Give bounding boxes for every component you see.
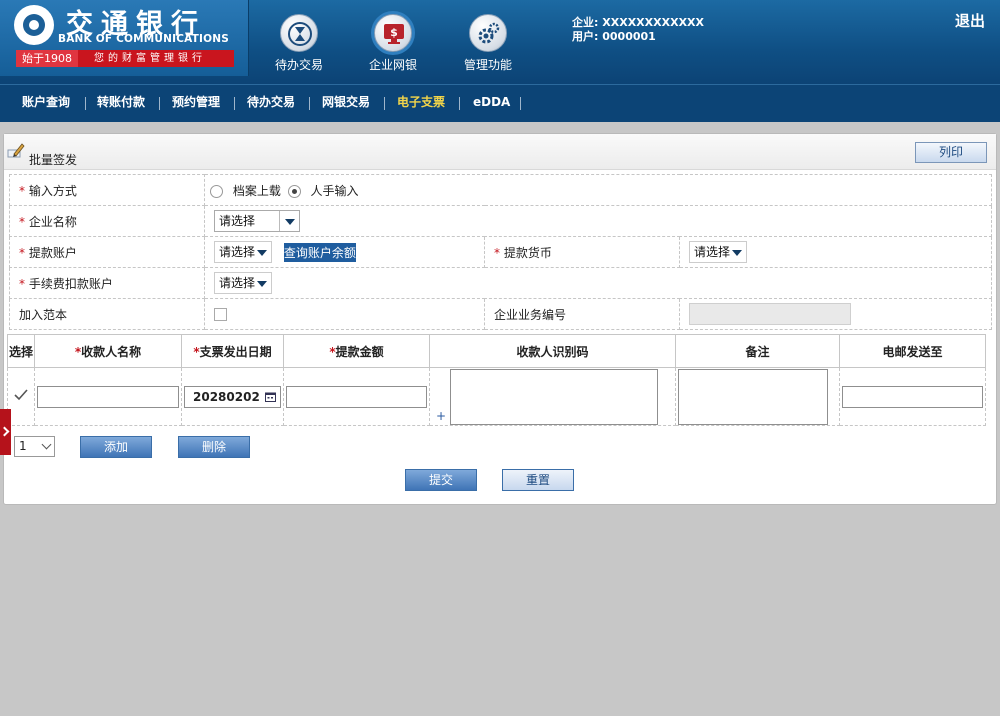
slogan-year: 始于1908 <box>16 50 78 67</box>
biz-no-label: 企业业务编号 <box>484 298 680 330</box>
remark-textarea[interactable] <box>678 368 828 425</box>
pending-transactions-label: 待办交易 <box>274 58 323 72</box>
table-row: 20280202 + <box>7 367 986 426</box>
hourglass-icon <box>280 14 318 52</box>
row-check-icon[interactable] <box>14 389 28 401</box>
delete-button[interactable]: 删除 <box>178 436 250 458</box>
user-info: 企业: XXXXXXXXXXXX 用户: 0000001 <box>572 16 704 44</box>
reset-button[interactable]: 重置 <box>502 469 574 491</box>
fee-account-select[interactable]: 请选择 <box>214 272 272 294</box>
form-row-template: 加入范本 企业业务编号 <box>9 298 992 330</box>
print-button[interactable]: 列印 <box>915 142 987 163</box>
draw-currency-label: * 提款货币 <box>484 236 680 268</box>
nav-scheduled-management[interactable]: 预约管理 <box>172 85 220 123</box>
add-button[interactable]: 添加 <box>80 436 152 458</box>
manual-option-label: 人手输入 <box>310 183 359 198</box>
email-input[interactable] <box>842 385 983 408</box>
manual-radio[interactable] <box>287 184 301 198</box>
user-label: 用户: <box>572 30 599 43</box>
payee-name-input[interactable] <box>37 385 179 408</box>
monitor-dollar-icon: $ <box>374 14 412 52</box>
company-name-select[interactable]: 请选择 <box>214 210 300 232</box>
panel-header: 批量签发 列印 <box>4 134 996 170</box>
corporate-banking-label: 企业网银 <box>368 58 417 72</box>
col-remark: 备注 <box>675 334 840 368</box>
management-functions-label: 管理功能 <box>463 58 512 72</box>
col-email: 电邮发送至 <box>839 334 986 368</box>
bank-logo: 交通银行 BANK OF COMMUNICATIONS 始于1908 您的财富管… <box>0 0 249 76</box>
main-nav: 账户查询 转账付款 预约管理 待办交易 网银交易 电子支票 eDDA <box>0 84 1000 122</box>
form-row-company: * 企业名称 请选择 <box>9 205 992 237</box>
query-balance-link[interactable]: 查询账户余额 <box>283 242 356 262</box>
form-row-fee-account: * 手续费扣款账户 请选择 <box>9 267 992 299</box>
chevron-down-icon <box>41 439 52 450</box>
draw-account-label: * 提款账户 <box>9 236 205 268</box>
form-row-draw-account: * 提款账户 请选择 查询账户余额 * 提款货币 请选择 <box>9 236 992 268</box>
nav-e-cheque[interactable]: 电子支票 <box>397 85 445 123</box>
nav-edda[interactable]: eDDA <box>473 85 510 123</box>
edit-pencil-icon <box>7 143 25 158</box>
add-template-checkbox[interactable] <box>214 308 227 321</box>
batch-issue-panel: 批量签发 列印 * 输入方式 档案上载 人手输入 * 企业名称 请选择 * 提款… <box>3 133 997 505</box>
draw-account-select[interactable]: 请选择 <box>214 241 272 263</box>
logout-link[interactable]: 退出 <box>955 10 985 31</box>
bank-name-en: BANK OF COMMUNICATIONS <box>58 33 229 45</box>
slogan-bar: 始于1908 您的财富管理银行 <box>16 50 234 67</box>
col-select: 选择 <box>7 334 35 368</box>
management-functions-button[interactable]: 管理功能 <box>458 14 518 73</box>
biz-no-input[interactable] <box>689 303 851 325</box>
add-id-plus-icon[interactable]: + <box>436 409 446 423</box>
col-payee-name: *收款人名称 <box>34 334 182 368</box>
draw-currency-select[interactable]: 请选择 <box>689 241 747 263</box>
grid-header-row: 选择 *收款人名称 *支票发出日期 *提款金额 收款人识别码 备注 电邮发送至 <box>7 334 986 368</box>
fee-account-label: * 手续费扣款账户 <box>9 267 205 299</box>
corporate-banking-button[interactable]: $ 企业网银 <box>363 14 423 73</box>
pending-transactions-button[interactable]: 待办交易 <box>269 14 329 73</box>
side-expand-tab[interactable] <box>0 409 11 455</box>
nav-pending-transactions[interactable]: 待办交易 <box>247 85 295 123</box>
issue-date-input[interactable]: 20280202 <box>184 385 281 408</box>
gears-icon <box>469 14 507 52</box>
input-method-label: * 输入方式 <box>9 174 205 206</box>
row-count-select[interactable]: 1 <box>14 436 55 457</box>
nav-online-transactions[interactable]: 网银交易 <box>322 85 370 123</box>
page-title: 批量签发 <box>29 153 78 167</box>
company-value: XXXXXXXXXXXX <box>602 16 705 29</box>
col-amount: *提款金额 <box>283 334 430 368</box>
upload-radio[interactable] <box>210 184 223 198</box>
upload-option-label: 档案上载 <box>232 183 281 198</box>
user-id-value: 0000001 <box>602 30 656 43</box>
top-header: 交通银行 BANK OF COMMUNICATIONS 始于1908 您的财富管… <box>0 0 1000 84</box>
form-row-input-method: * 输入方式 档案上载 人手输入 <box>9 174 992 206</box>
calendar-icon[interactable] <box>265 392 276 402</box>
company-label: 企业: <box>572 16 599 29</box>
col-issue-date: *支票发出日期 <box>181 334 284 368</box>
add-template-label: 加入范本 <box>9 298 205 330</box>
payee-id-textarea[interactable] <box>450 368 658 425</box>
form-table: * 输入方式 档案上载 人手输入 * 企业名称 请选择 * 提款账户 请选择 查… <box>9 174 992 330</box>
bank-emblem-icon <box>14 5 54 45</box>
nav-transfer-payment[interactable]: 转账付款 <box>97 85 145 123</box>
payee-grid: 选择 *收款人名称 *支票发出日期 *提款金额 收款人识别码 备注 电邮发送至 … <box>7 334 986 426</box>
slogan-text: 您的财富管理银行 <box>94 53 206 64</box>
nav-account-inquiry[interactable]: 账户查询 <box>22 85 70 123</box>
amount-input[interactable] <box>286 385 427 408</box>
submit-button[interactable]: 提交 <box>405 469 477 491</box>
company-name-label: * 企业名称 <box>9 205 205 237</box>
col-payee-id: 收款人识别码 <box>429 334 676 368</box>
svg-text:$: $ <box>390 26 398 39</box>
